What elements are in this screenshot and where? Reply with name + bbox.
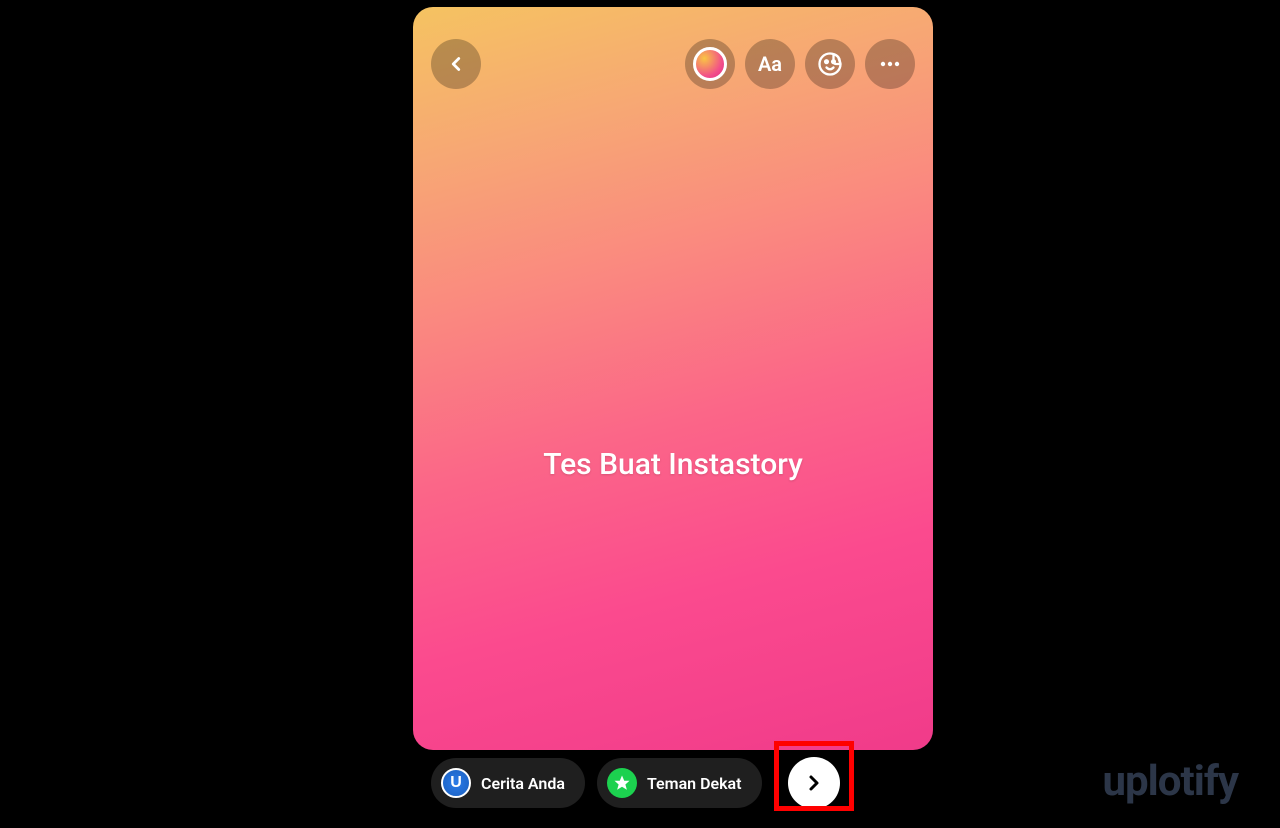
- story-text-overlay[interactable]: Tes Buat Instastory: [413, 447, 933, 482]
- more-options-button[interactable]: [865, 39, 915, 89]
- avatar-letter: U: [450, 774, 462, 792]
- text-tool-button[interactable]: Aa: [745, 39, 795, 89]
- editor-tools-group: Aa: [685, 39, 915, 89]
- close-friends-icon: [607, 768, 637, 798]
- your-story-label: Cerita Anda: [481, 774, 565, 793]
- share-bottom-bar: U Cerita Anda Teman Dekat: [413, 756, 933, 810]
- editor-top-toolbar: Aa: [413, 37, 933, 91]
- send-button[interactable]: [788, 757, 840, 809]
- text-tool-icon: Aa: [758, 52, 782, 76]
- send-button-wrapper: [774, 748, 854, 818]
- chevron-right-icon: [802, 771, 826, 795]
- chevron-left-icon: [445, 53, 467, 75]
- gradient-circle-icon: [693, 47, 727, 81]
- sticker-button[interactable]: [805, 39, 855, 89]
- watermark-text: uplotify: [1103, 757, 1238, 806]
- story-canvas[interactable]: Aa: [413, 7, 933, 750]
- star-icon: [613, 774, 631, 792]
- back-button[interactable]: [431, 39, 481, 89]
- ellipsis-icon: [878, 52, 902, 76]
- your-story-button[interactable]: U Cerita Anda: [431, 758, 585, 808]
- close-friends-label: Teman Dekat: [647, 774, 742, 793]
- phone-frame: Aa: [413, 0, 933, 828]
- avatar-icon: U: [441, 768, 471, 798]
- close-friends-button[interactable]: Teman Dekat: [597, 758, 762, 808]
- background-color-button[interactable]: [685, 39, 735, 89]
- sticker-icon: [816, 50, 844, 78]
